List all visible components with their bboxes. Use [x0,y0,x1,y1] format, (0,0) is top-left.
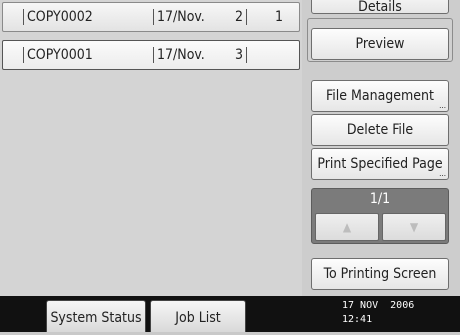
details-button[interactable]: Details [311,0,449,14]
file-copies: 1 [274,9,283,25]
page-scroll-box: 1/1 ▲ ▼ [311,188,449,244]
file-date: 17/Nov. [153,9,205,25]
preview-button[interactable]: Preview [311,28,449,60]
file-management-button[interactable]: File Management [311,80,449,112]
file-pages: 2 [225,9,247,25]
page-indicator: 1/1 [369,191,391,207]
page-up-button[interactable]: ▲ [315,213,379,241]
status-bar: System Status Job List 17 NOV 2006 12:41 [0,296,460,332]
to-printing-screen-button[interactable]: To Printing Screen [311,258,449,290]
side-panel: Details Preview File Management Delete F… [305,0,460,296]
up-arrow-icon: ▲ [342,220,352,234]
clock: 17 NOV 2006 12:41 [342,299,414,327]
page-down-button[interactable]: ▼ [382,213,446,241]
clock-date: 17 NOV 2006 [342,300,415,311]
print-specified-page-label: Print Specified Page [317,156,443,172]
clock-time: 12:41 [342,314,373,325]
print-specified-page-button[interactable]: Print Specified Page [311,148,449,180]
down-arrow-icon: ▼ [409,220,419,234]
file-date: 17/Nov. [153,47,205,63]
file-row[interactable]: COPY0001 17/Nov. 3 [2,40,300,70]
main-area: COPY0002 17/Nov. 2 1 COPY0001 17/Nov. 3 … [0,0,460,296]
file-name: COPY0001 [23,47,93,63]
file-management-label: File Management [326,88,434,104]
file-pages: 3 [225,47,247,63]
delete-file-button[interactable]: Delete File [311,114,449,146]
file-list: COPY0002 17/Nov. 2 1 COPY0001 17/Nov. 3 [0,0,302,296]
system-status-button[interactable]: System Status [46,300,146,332]
file-name: COPY0002 [23,9,93,25]
job-list-button[interactable]: Job List [150,300,246,332]
file-row[interactable]: COPY0002 17/Nov. 2 1 [2,2,300,32]
